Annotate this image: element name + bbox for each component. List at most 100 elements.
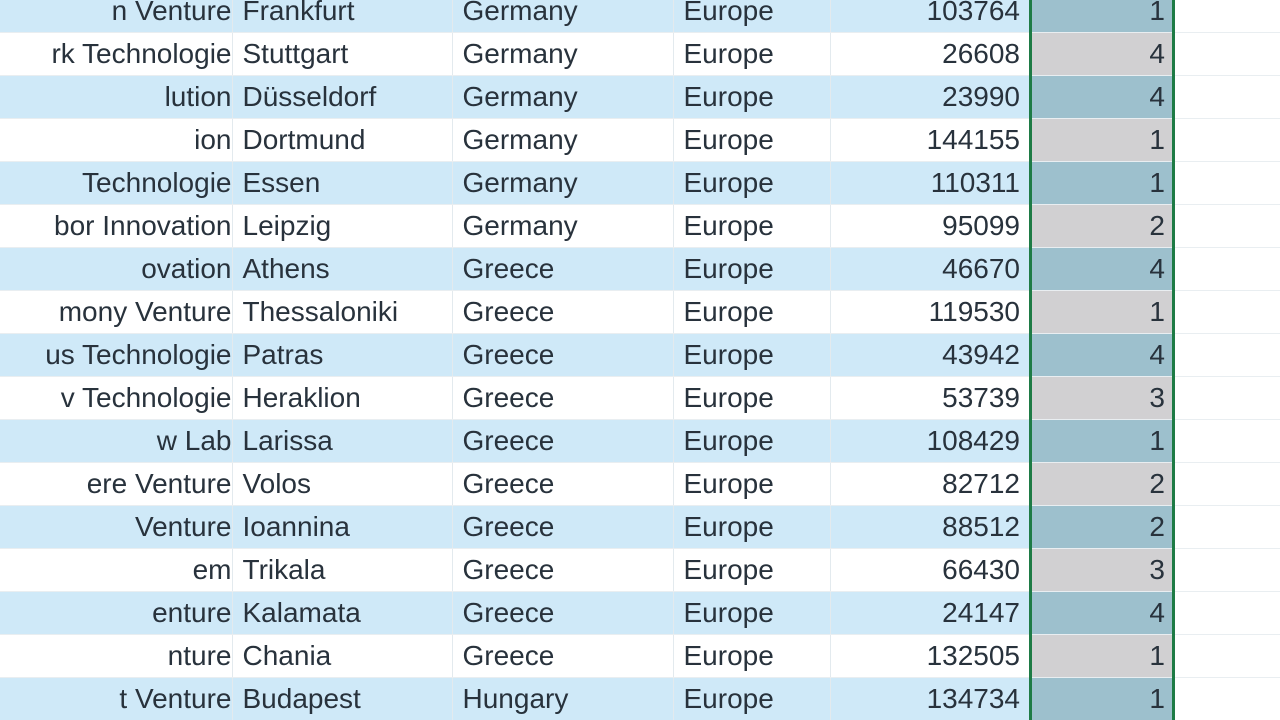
cell-country[interactable]: Greece — [452, 462, 674, 506]
cell-score[interactable]: 2 — [1030, 505, 1175, 549]
table-row[interactable]: Technologies Essen Germany Europe 110311 1 — [0, 161, 1280, 205]
cell-value[interactable]: 95099 — [830, 204, 1030, 248]
cell-company[interactable]: w Labs — [0, 419, 233, 463]
table-row[interactable]: mony Ventures Thessaloniki Greece Europe 119… — [0, 290, 1280, 334]
cell-company[interactable]: ere Ventures — [0, 462, 233, 506]
cell-company[interactable]: us Technologies — [0, 333, 233, 377]
cell-empty[interactable] — [1175, 634, 1280, 678]
cell-value[interactable]: 43942 — [830, 333, 1030, 377]
cell-region[interactable]: Europe — [673, 591, 831, 635]
cell-company[interactable]: lutions — [0, 75, 233, 119]
cell-region[interactable]: Europe — [673, 376, 831, 420]
cell-region[interactable]: Europe — [673, 118, 831, 162]
cell-value[interactable]: 24147 — [830, 591, 1030, 635]
cell-empty[interactable] — [1175, 677, 1280, 720]
cell-city[interactable]: Stuttgart — [232, 32, 453, 76]
cell-city[interactable]: Dortmund — [232, 118, 453, 162]
cell-value[interactable]: 82712 — [830, 462, 1030, 506]
cell-region[interactable]: Europe — [673, 290, 831, 334]
cell-company[interactable]: t Ventures — [0, 677, 233, 720]
cell-value[interactable]: 108429 — [830, 419, 1030, 463]
cell-value[interactable]: 134734 — [830, 677, 1030, 720]
cell-empty[interactable] — [1175, 75, 1280, 119]
cell-region[interactable]: Europe — [673, 419, 831, 463]
cell-empty[interactable] — [1175, 333, 1280, 377]
cell-city[interactable]: Patras — [232, 333, 453, 377]
cell-empty[interactable] — [1175, 204, 1280, 248]
cell-region[interactable]: Europe — [673, 677, 831, 720]
cell-company[interactable]: ovations — [0, 247, 233, 291]
cell-region[interactable]: Europe — [673, 548, 831, 592]
cell-city[interactable]: Larissa — [232, 419, 453, 463]
cell-country[interactable]: Germany — [452, 75, 674, 119]
cell-empty[interactable] — [1175, 32, 1280, 76]
table-row[interactable]: ovationsAthensGreeceEurope466704 — [0, 247, 1280, 291]
cell-company[interactable]: bor Innovations — [0, 204, 233, 248]
cell-empty[interactable] — [1175, 161, 1280, 205]
table-row[interactable]: t VenturesBudapestHungaryEurope1347341 — [0, 677, 1280, 720]
cell-region[interactable]: Europe — [673, 0, 831, 33]
table-row[interactable]: v Technologies Heraklion Greece Europe 53739… — [0, 376, 1280, 420]
cell-country[interactable]: Germany — [452, 32, 674, 76]
cell-country[interactable]: Germany — [452, 161, 674, 205]
cell-country[interactable]: Greece — [452, 419, 674, 463]
cell-empty[interactable] — [1175, 419, 1280, 463]
cell-city[interactable]: Leipzig — [232, 204, 453, 248]
cell-region[interactable]: Europe — [673, 32, 831, 76]
cell-city[interactable]: Chania — [232, 634, 453, 678]
table-row[interactable]: enturesKalamataGreeceEurope241474 — [0, 591, 1280, 635]
cell-score[interactable]: 4 — [1030, 75, 1175, 119]
cell-country[interactable]: Greece — [452, 505, 674, 549]
cell-city[interactable]: Budapest — [232, 677, 453, 720]
table-row[interactable]: bor Innovations Leipzig Germany Europe 95099… — [0, 204, 1280, 248]
cell-country[interactable]: Hungary — [452, 677, 674, 720]
spreadsheet-viewport[interactable]: n VenturesFrankfurtGermanyEurope1037641r… — [0, 0, 1280, 720]
cell-city[interactable]: Heraklion — [232, 376, 453, 420]
cell-score[interactable]: 2 — [1030, 462, 1175, 506]
cell-score[interactable]: 3 — [1030, 548, 1175, 592]
cell-city[interactable]: Essen — [232, 161, 453, 205]
cell-value[interactable]: 119530 — [830, 290, 1030, 334]
cell-country[interactable]: Germany — [452, 118, 674, 162]
table-row[interactable]: us Technologies Patras Greece Europe 43942 4 — [0, 333, 1280, 377]
cell-value[interactable]: 53739 — [830, 376, 1030, 420]
cell-region[interactable]: Europe — [673, 75, 831, 119]
cell-score[interactable]: 2 — [1030, 204, 1175, 248]
cell-city[interactable]: Frankfurt — [232, 0, 453, 33]
table-row[interactable]: n VenturesFrankfurtGermanyEurope1037641 — [0, 0, 1280, 33]
cell-score[interactable]: 1 — [1030, 419, 1175, 463]
cell-empty[interactable] — [1175, 462, 1280, 506]
cell-empty[interactable] — [1175, 591, 1280, 635]
table-row[interactable]: w LabsLarissaGreeceEurope1084291 — [0, 419, 1280, 463]
cell-company[interactable]: n Ventures — [0, 0, 233, 33]
cell-region[interactable]: Europe — [673, 247, 831, 291]
cell-city[interactable]: Düsseldorf — [232, 75, 453, 119]
cell-value[interactable]: 110311 — [830, 161, 1030, 205]
cell-empty[interactable] — [1175, 376, 1280, 420]
cell-country[interactable]: Greece — [452, 634, 674, 678]
cell-company[interactable]: entures — [0, 591, 233, 635]
table-row[interactable]: lutionsDüsseldorfGermanyEurope239904 — [0, 75, 1280, 119]
cell-score[interactable]: 1 — [1030, 634, 1175, 678]
cell-score[interactable]: 4 — [1030, 591, 1175, 635]
cell-company[interactable]: v Technologies — [0, 376, 233, 420]
cell-value[interactable]: 132505 — [830, 634, 1030, 678]
cell-score[interactable]: 4 — [1030, 333, 1175, 377]
cell-score[interactable]: 1 — [1030, 290, 1175, 334]
cell-company[interactable]: ions — [0, 118, 233, 162]
cell-empty[interactable] — [1175, 0, 1280, 33]
cell-value[interactable]: 23990 — [830, 75, 1030, 119]
table-row[interactable]: ionsDortmundGermanyEurope1441551 — [0, 118, 1280, 162]
cell-country[interactable]: Greece — [452, 247, 674, 291]
cell-region[interactable]: Europe — [673, 333, 831, 377]
cell-empty[interactable] — [1175, 290, 1280, 334]
cell-score[interactable]: 4 — [1030, 32, 1175, 76]
cell-city[interactable]: Trikala — [232, 548, 453, 592]
cell-country[interactable]: Greece — [452, 376, 674, 420]
cell-region[interactable]: Europe — [673, 505, 831, 549]
cell-value[interactable]: 103764 — [830, 0, 1030, 33]
data-grid[interactable]: n VenturesFrankfurtGermanyEurope1037641r… — [0, 0, 1280, 720]
cell-value[interactable]: 144155 — [830, 118, 1030, 162]
table-row[interactable]: nturesChaniaGreeceEurope1325051 — [0, 634, 1280, 678]
cell-city[interactable]: Ioannina — [232, 505, 453, 549]
